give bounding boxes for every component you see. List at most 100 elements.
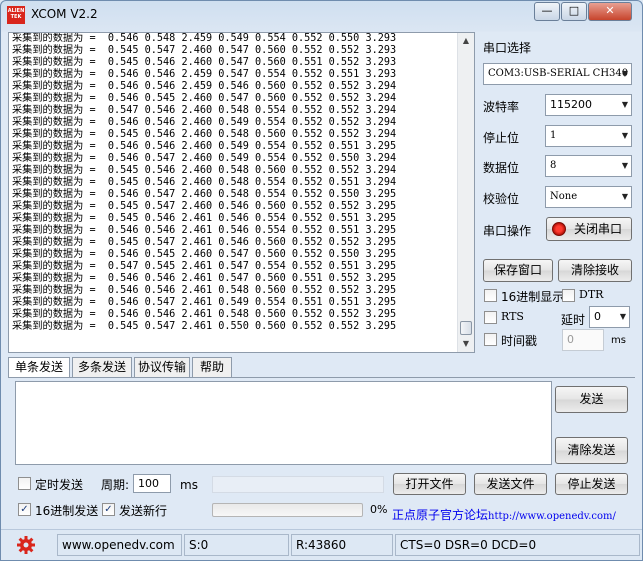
timestamp-ms-unit: ms [611,335,626,346]
port-label: 串口选择 [483,41,532,55]
send-newline-checkbox[interactable]: ✓ [102,503,115,516]
hex-send-checkbox[interactable]: ✓ [18,503,31,516]
port-status-icon [552,222,566,236]
timed-send-checkbox[interactable] [18,477,31,490]
scroll-down-icon[interactable]: ▼ [458,336,474,352]
chevron-down-icon: ▼ [621,192,628,201]
receive-scrollbar[interactable]: ▲ ▼ [457,33,474,352]
rts-checkbox[interactable] [484,311,497,324]
send-newline-label: 发送新行 [119,504,168,518]
signal-status: CTS=0 DSR=0 DCD=0 [395,534,640,556]
dtr-label: DTR [579,288,604,301]
website-link[interactable]: www.openedv.com [57,534,182,556]
forum-promo[interactable]: 正点原子官方论坛http://www.openedv.com/ [392,506,616,523]
send-button[interactable]: 发送 [555,386,628,413]
maximize-button[interactable]: □ [561,2,587,21]
receive-line: 采集到的数据为 = 0.546 0.545 2.460 0.547 0.560 … [12,93,397,104]
receive-line: 采集到的数据为 = 0.547 0.546 2.460 0.548 0.554 … [12,105,397,116]
chevron-down-icon: ▼ [621,100,628,109]
receive-line: 采集到的数据为 = 0.545 0.547 2.461 0.550 0.560 … [12,321,397,332]
send-progress-percent: 0% [370,503,388,516]
app-window: ALIEN TEK XCOM V2.2 — □ ✕ 采集到的数据为 = 0.54… [0,0,643,561]
forum-url[interactable]: http://www.openedv.com/ [488,511,616,522]
baud-select[interactable]: 115200 ▼ [545,94,632,116]
app-logo-icon: ALIEN TEK [7,6,25,24]
dtr-checkbox[interactable] [562,289,575,302]
parity-label: 校验位 [483,192,520,206]
receive-line: 采集到的数据为 = 0.545 0.546 2.461 0.546 0.554 … [12,213,397,224]
receive-line: 采集到的数据为 = 0.545 0.547 2.460 0.547 0.560 … [12,45,397,56]
send-textarea[interactable] [15,381,552,465]
minimize-button[interactable]: — [534,2,560,21]
stop-bits-select[interactable]: 1 ▼ [545,125,632,147]
delay-label: 延时 [561,313,586,327]
receive-line: 采集到的数据为 = 0.545 0.547 2.460 0.546 0.560 … [12,201,397,212]
save-window-button[interactable]: 保存窗口 [483,259,553,282]
baud-value: 115200 [550,98,592,111]
baud-label: 波特率 [483,100,520,114]
parity-select[interactable]: None ▼ [545,186,632,208]
receive-line: 采集到的数据为 = 0.546 0.547 2.461 0.549 0.554 … [12,297,397,308]
send-file-button[interactable]: 发送文件 [474,473,547,495]
send-progress-bar [212,503,363,517]
settings-gear-icon[interactable] [15,534,41,556]
data-bits-select[interactable]: 8 ▼ [545,155,632,177]
receive-textarea[interactable]: 采集到的数据为 = 0.546 0.548 2.459 0.549 0.554 … [8,32,475,353]
timed-send-label: 定时发送 [35,478,84,492]
window-title: XCOM V2.2 [31,7,98,21]
hex-send-label: 16进制发送 [35,504,99,518]
receive-line: 采集到的数据为 = 0.546 0.546 2.459 0.547 0.554 … [12,69,397,80]
chevron-down-icon: ▼ [621,161,628,170]
port-value: COM3:USB-SERIAL CH340 [488,68,629,79]
receive-line: 采集到的数据为 = 0.546 0.546 2.460 0.549 0.554 … [12,117,397,128]
tab-divider [8,377,635,378]
delay-select[interactable]: 0 ▼ [589,306,630,328]
period-label: 周期: [101,478,130,492]
receive-line: 采集到的数据为 = 0.546 0.546 2.461 0.548 0.560 … [12,309,397,320]
period-input[interactable]: 100 [133,474,171,493]
close-button[interactable]: ✕ [588,2,632,21]
receive-line: 采集到的数据为 = 0.546 0.546 2.461 0.547 0.560 … [12,273,397,284]
port-select[interactable]: COM3:USB-SERIAL CH340 ▼ [483,63,632,85]
receive-line: 采集到的数据为 = 0.545 0.546 2.460 0.548 0.560 … [12,165,397,176]
timestamp-label: 时间戳 [501,334,538,348]
parity-value: None [550,191,578,202]
sent-count: S:0 [184,534,289,556]
open-file-button[interactable]: 打开文件 [393,473,466,495]
close-port-button[interactable]: 关闭串口 [546,217,632,241]
scroll-thumb[interactable] [460,321,472,335]
receive-lines: 采集到的数据为 = 0.546 0.548 2.459 0.549 0.554 … [12,33,458,333]
receive-line: 采集到的数据为 = 0.546 0.546 2.461 0.548 0.560 … [12,285,397,296]
title-bar[interactable]: ALIEN TEK XCOM V2.2 — □ ✕ [1,1,642,29]
timestamp-ms-input[interactable]: 0 [562,329,604,351]
stop-bits-label: 停止位 [483,131,520,145]
stop-send-button[interactable]: 停止发送 [555,473,628,495]
receive-line: 采集到的数据为 = 0.546 0.546 2.460 0.549 0.554 … [12,141,397,152]
stop-bits-value: 1 [550,130,557,141]
delay-value: 0 [594,310,601,323]
tab-protocol[interactable]: 协议传输 [134,357,190,377]
status-bar: www.openedv.com S:0 R:43860 CTS=0 DSR=0 … [1,529,642,560]
receive-line: 采集到的数据为 = 0.545 0.547 2.461 0.546 0.560 … [12,237,397,248]
tab-help[interactable]: 帮助 [192,357,232,377]
clear-send-button[interactable]: 清除发送 [555,437,628,464]
receive-line: 采集到的数据为 = 0.547 0.545 2.461 0.547 0.554 … [12,261,397,272]
clear-receive-button[interactable]: 清除接收 [558,259,632,282]
hex-display-label: 16进制显示 [501,290,565,304]
port-operation-label: 串口操作 [483,224,532,238]
hex-display-checkbox[interactable] [484,289,497,302]
timestamp-checkbox[interactable] [484,333,497,346]
receive-line: 采集到的数据为 = 0.545 0.546 2.460 0.548 0.554 … [12,177,397,188]
forum-promo-text: 正点原子官方论坛 [392,508,489,522]
tab-multi-send[interactable]: 多条发送 [72,357,132,377]
tab-single-send[interactable]: 单条发送 [8,357,70,378]
receive-line: 采集到的数据为 = 0.546 0.546 2.461 0.546 0.554 … [12,225,397,236]
rts-label: RTS [501,310,524,323]
receive-line: 采集到的数据为 = 0.545 0.546 2.460 0.548 0.560 … [12,129,397,140]
receive-line: 采集到的数据为 = 0.546 0.545 2.460 0.547 0.560 … [12,249,397,260]
receive-line: 采集到的数据为 = 0.545 0.546 2.460 0.547 0.560 … [12,57,397,68]
receive-line: 采集到的数据为 = 0.546 0.546 2.459 0.546 0.560 … [12,81,397,92]
chevron-down-icon: ▼ [621,69,628,78]
received-count: R:43860 [291,534,393,556]
scroll-up-icon[interactable]: ▲ [458,33,474,49]
